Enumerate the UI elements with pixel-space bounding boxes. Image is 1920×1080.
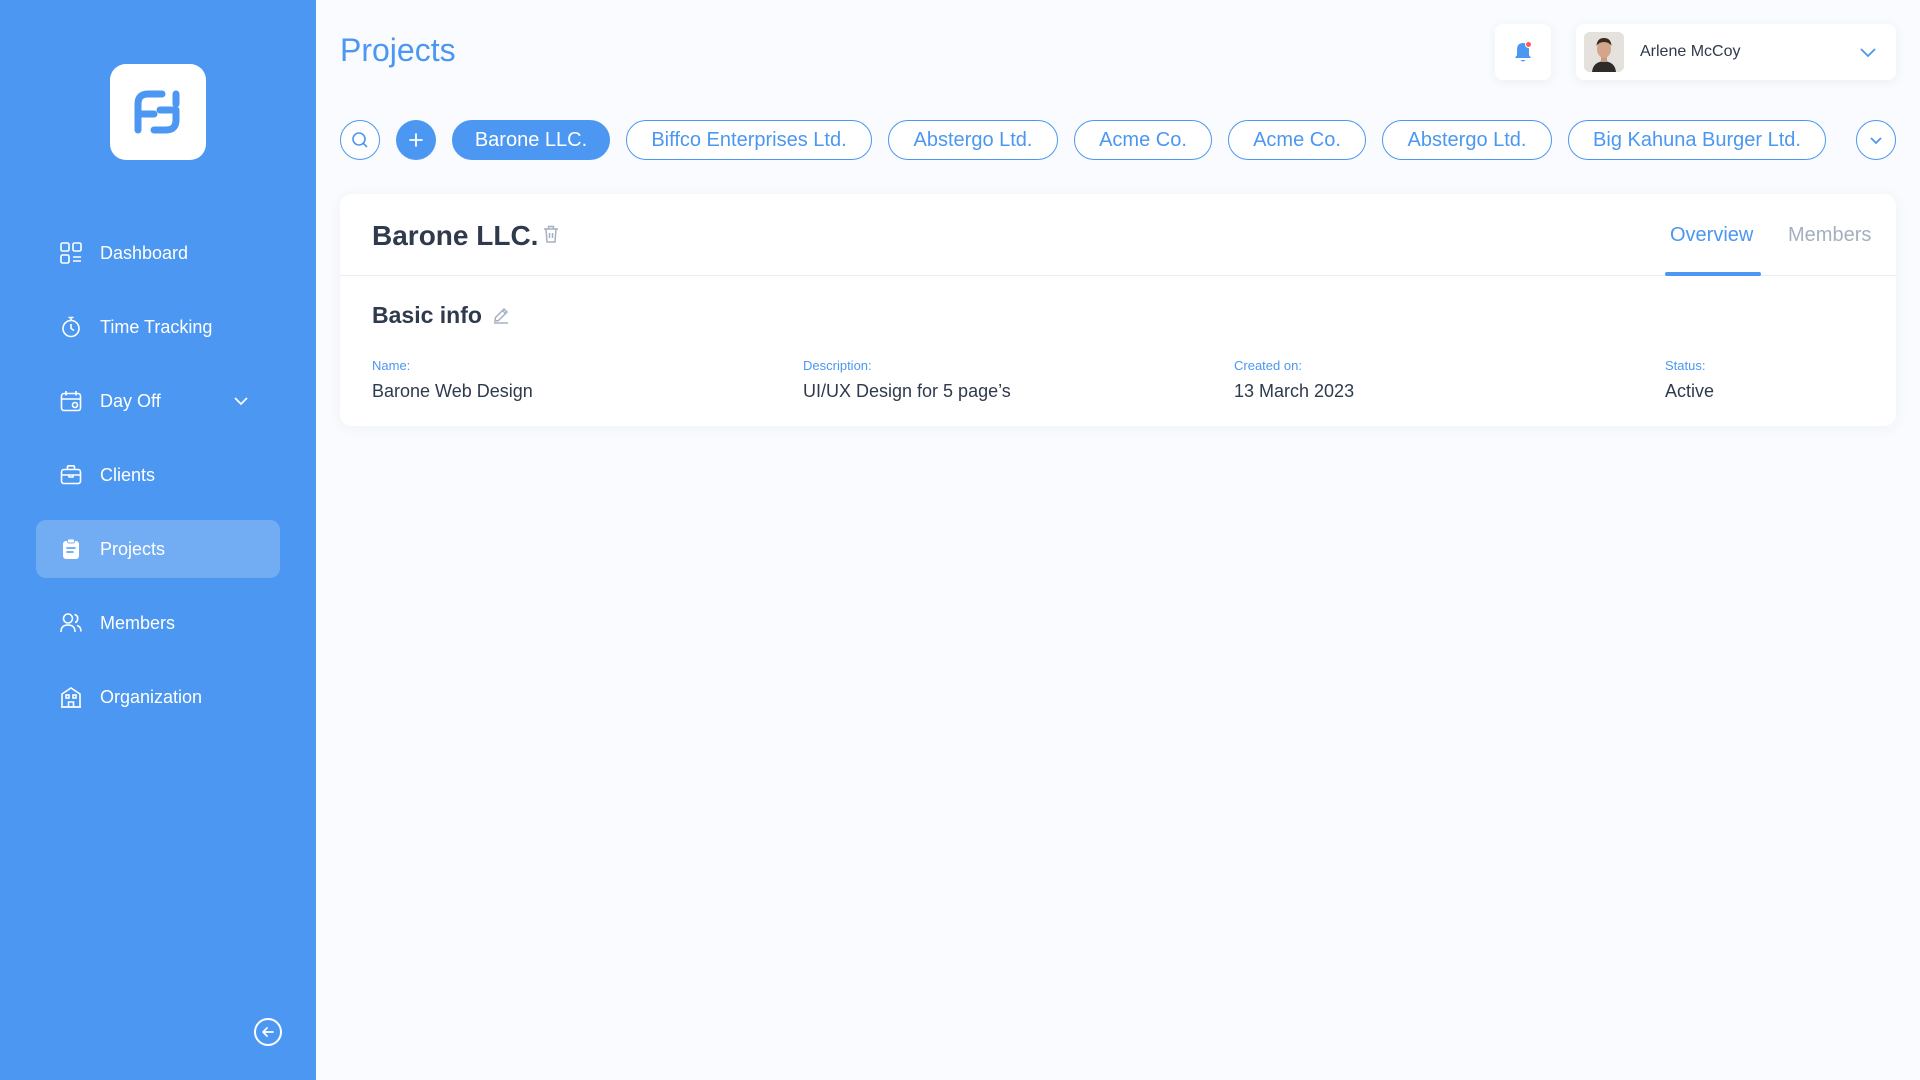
field-created-on: Created on: 13 March 2023 bbox=[1234, 358, 1354, 402]
clipboard-icon bbox=[60, 538, 82, 560]
project-chip[interactable]: Biffco Enterprises Ltd. bbox=[626, 120, 872, 160]
chip-label: Abstergo Ltd. bbox=[913, 128, 1033, 151]
sidebar-item-label: Time Tracking bbox=[100, 316, 213, 337]
user-name: Arlene McCoy bbox=[1640, 43, 1741, 60]
bell-icon bbox=[1515, 41, 1532, 62]
sidebar-item-label: Day Off bbox=[100, 390, 161, 411]
field-value: 13 March 2023 bbox=[1234, 381, 1355, 401]
sidebar-item-time-tracking[interactable]: Time Tracking bbox=[36, 298, 280, 356]
plus-icon bbox=[409, 133, 423, 147]
field-label: Created on: bbox=[1234, 358, 1302, 373]
sidebar-item-organization[interactable]: Organization bbox=[36, 668, 280, 726]
sidebar-item-label: Clients bbox=[100, 464, 156, 485]
pencil-icon[interactable] bbox=[492, 306, 510, 324]
sidebar-item-clients[interactable]: Clients bbox=[36, 446, 280, 504]
page-title: Projects bbox=[340, 32, 456, 68]
chevron-down-icon[interactable] bbox=[232, 392, 250, 410]
sidebar-nav: Dashboard Time Tracking Day Off Clients … bbox=[36, 224, 280, 742]
sidebar-item-label: Members bbox=[100, 612, 176, 633]
field-description: Description: UI/UX Design for 5 page’s bbox=[803, 358, 1011, 402]
app-root: Dashboard Time Tracking Day Off Clients … bbox=[0, 0, 1920, 1080]
field-label: Description: bbox=[803, 358, 872, 373]
add-project-button[interactable] bbox=[396, 120, 436, 160]
chip-label: Big Kahuna Burger Ltd. bbox=[1593, 128, 1801, 151]
sidebar-item-day-off[interactable]: Day Off bbox=[36, 372, 280, 430]
project-chip[interactable]: Abstergo Ltd. bbox=[1382, 120, 1552, 160]
sidebar-item-dashboard[interactable]: Dashboard bbox=[36, 224, 280, 282]
collapse-sidebar-button[interactable] bbox=[254, 1018, 282, 1046]
field-value: Barone Web Design bbox=[372, 381, 533, 401]
chevron-down-icon bbox=[1870, 137, 1882, 145]
project-title: Barone LLC. bbox=[372, 220, 539, 251]
search-icon bbox=[352, 132, 368, 148]
chip-label: Acme Co. bbox=[1099, 128, 1187, 151]
arrow-left-icon bbox=[262, 1027, 274, 1037]
avatar bbox=[1584, 32, 1624, 72]
sidebar: Dashboard Time Tracking Day Off Clients … bbox=[0, 0, 316, 1080]
briefcase-icon bbox=[60, 464, 82, 486]
chip-label: Acme Co. bbox=[1253, 128, 1341, 151]
dashboard-icon bbox=[60, 242, 82, 264]
logo-icon bbox=[134, 90, 180, 134]
project-card-header: Barone LLC. Overview Members bbox=[340, 194, 1896, 276]
active-tab-indicator bbox=[1665, 272, 1761, 276]
stopwatch-icon bbox=[60, 316, 82, 338]
project-chip[interactable]: Acme Co. bbox=[1074, 120, 1212, 160]
field-value: UI/UX Design for 5 page’s bbox=[803, 381, 1011, 401]
search-button[interactable] bbox=[340, 120, 380, 160]
field-name: Name: Barone Web Design bbox=[372, 358, 533, 402]
sidebar-item-label: Projects bbox=[100, 538, 166, 559]
sidebar-item-label: Organization bbox=[100, 686, 203, 707]
project-chip[interactable]: Acme Co. bbox=[1228, 120, 1366, 160]
project-chip[interactable]: Abstergo Ltd. bbox=[888, 120, 1058, 160]
more-projects-button[interactable] bbox=[1856, 120, 1896, 160]
chip-label: Biffco Enterprises Ltd. bbox=[651, 128, 847, 151]
field-status: Status: Active bbox=[1665, 358, 1714, 402]
section-title: Basic info bbox=[372, 302, 482, 328]
project-chip[interactable]: Big Kahuna Burger Ltd. bbox=[1568, 120, 1826, 160]
trash-icon[interactable] bbox=[542, 224, 560, 244]
field-label: Status: bbox=[1665, 358, 1706, 373]
field-value: Active bbox=[1665, 381, 1715, 401]
tab-members[interactable]: Members bbox=[1788, 224, 1871, 247]
users-icon bbox=[60, 612, 82, 634]
chip-label: Barone LLC. bbox=[474, 128, 588, 151]
chevron-down-icon bbox=[1860, 48, 1876, 58]
field-label: Name: bbox=[372, 358, 411, 373]
project-chip[interactable]: Barone LLC. bbox=[452, 120, 610, 160]
tab-overview[interactable]: Overview bbox=[1670, 224, 1753, 247]
sidebar-item-label: Dashboard bbox=[100, 242, 189, 263]
calendar-icon bbox=[60, 390, 82, 412]
app-logo[interactable] bbox=[110, 64, 206, 160]
building-icon bbox=[60, 686, 82, 708]
sidebar-item-members[interactable]: Members bbox=[36, 594, 280, 652]
sidebar-item-projects[interactable]: Projects bbox=[36, 520, 280, 578]
user-menu[interactable]: Arlene McCoy bbox=[1576, 24, 1896, 80]
notifications-button[interactable] bbox=[1495, 24, 1551, 80]
chip-label: Abstergo Ltd. bbox=[1407, 128, 1527, 151]
project-card: Barone LLC. Overview Members Basic info … bbox=[340, 194, 1896, 426]
